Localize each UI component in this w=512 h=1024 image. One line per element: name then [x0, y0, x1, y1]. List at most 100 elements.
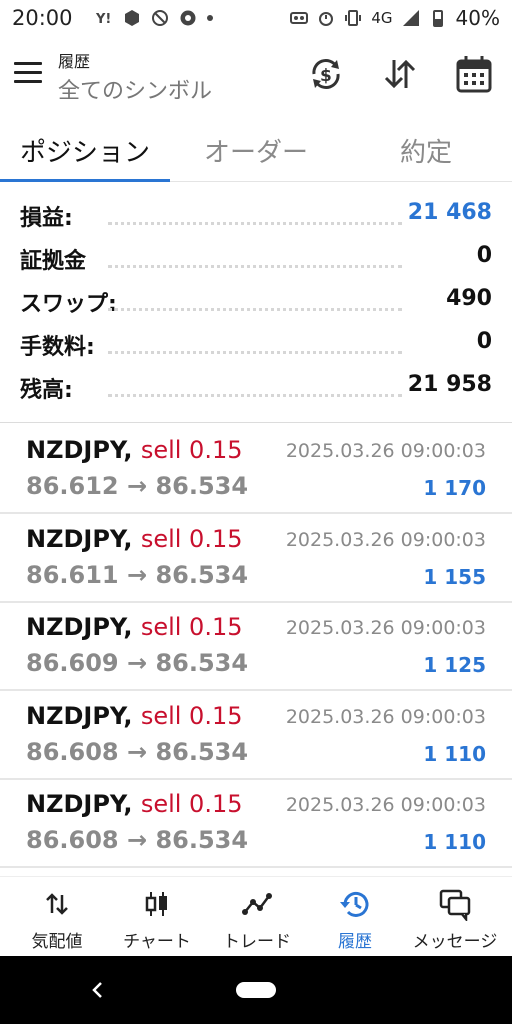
summary-row-commission: 手数料: 0: [0, 325, 512, 368]
menu-icon[interactable]: [14, 62, 42, 86]
summary-label: 証拠金: [20, 249, 87, 274]
summary-value: 0: [476, 329, 492, 354]
trade-profit: 1 155: [423, 565, 486, 589]
close-price: 86.534: [155, 649, 249, 677]
cast-icon: [290, 12, 309, 24]
trade-row[interactable]: NZDJPY, sell 0.15 2025.03.26 09:00:03 86…: [0, 692, 512, 780]
alarm-icon: [319, 12, 334, 26]
network-type: 4G: [371, 9, 393, 27]
nav-chart[interactable]: チャート: [106, 887, 208, 957]
trade-profit: 1 125: [423, 653, 486, 677]
summary-value: 0: [476, 243, 492, 268]
trade-side: sell 0.15: [140, 436, 243, 464]
arrow-right-icon: →: [126, 826, 148, 854]
summary-row-balance: 残高: 21 958: [0, 368, 512, 411]
trade-prices: 86.609 → 86.534: [26, 649, 248, 677]
nav-trade[interactable]: トレード: [206, 887, 308, 957]
close-price: 86.534: [155, 738, 249, 766]
trade-symbol: NZDJPY, sell 0.15: [26, 613, 242, 641]
app-bar: 履歴 全てのシンボル $: [0, 40, 512, 112]
home-handle[interactable]: [236, 982, 276, 998]
currency-exchange-icon[interactable]: $: [306, 54, 346, 94]
chat-bubbles-icon: [439, 889, 471, 921]
status-bar: 20:00 Y! 4G 40%: [0, 0, 512, 36]
trade-profit: 1 110: [423, 830, 486, 854]
tab-bar: ポジション オーダー 約定: [0, 122, 512, 182]
summary-value: 490: [446, 286, 492, 311]
open-price: 86.609: [26, 649, 119, 677]
symbol-name: NZDJPY,: [26, 525, 133, 553]
nav-messages[interactable]: メッセージ: [404, 887, 506, 957]
cube-icon: [124, 10, 139, 26]
trade-row[interactable]: NZDJPY, sell 0.15 2025.03.26 09:00:03 86…: [0, 780, 512, 868]
open-price: 86.611: [26, 561, 119, 589]
trade-symbol: NZDJPY, sell 0.15: [26, 702, 242, 730]
trade-symbol: NZDJPY, sell 0.15: [26, 525, 242, 553]
sort-icon[interactable]: [380, 54, 420, 94]
summary-row-swap: スワップ: 490: [0, 282, 512, 325]
svg-text:$: $: [320, 66, 332, 86]
close-price: 86.534: [155, 561, 249, 589]
signal-icon: [402, 10, 419, 26]
tab-orders[interactable]: オーダー: [204, 132, 308, 182]
nav-history[interactable]: 履歴: [304, 887, 406, 957]
symbol-name: NZDJPY,: [26, 613, 133, 641]
summary-label: 手数料:: [20, 335, 95, 360]
trade-symbol: NZDJPY, sell 0.15: [26, 790, 242, 818]
trade-prices: 86.612 → 86.534: [26, 472, 248, 500]
arrow-right-icon: →: [126, 561, 148, 589]
trade-row[interactable]: NZDJPY, sell 0.15 2025.03.26 09:00:03 86…: [0, 426, 512, 514]
trade-row[interactable]: NZDJPY, sell 0.15 2025.03.26 09:00:03 86…: [0, 515, 512, 603]
back-icon[interactable]: [88, 980, 108, 1000]
trade-time: 2025.03.26 09:00:03: [285, 706, 486, 728]
nav-label: 履歴: [338, 932, 372, 952]
chrome-icon: [180, 10, 196, 26]
summary-row-profit: 損益: 21 468: [0, 196, 512, 239]
trade-side: sell 0.15: [140, 613, 243, 641]
notification-dot: [206, 15, 213, 21]
account-summary: 損益: 21 468 証拠金 0 スワップ: 490 手数料: 0 残高: 21…: [0, 196, 512, 411]
nav-label: 気配値: [31, 932, 83, 952]
symbol-name: NZDJPY,: [26, 702, 133, 730]
battery-icon: [432, 10, 443, 27]
trade-time: 2025.03.26 09:00:03: [285, 617, 486, 639]
summary-label: 残高:: [20, 378, 73, 403]
open-price: 86.608: [26, 826, 119, 854]
trade-profit: 1 110: [423, 742, 486, 766]
arrow-right-icon: →: [126, 472, 148, 500]
symbol-filter[interactable]: 全てのシンボル: [58, 73, 212, 105]
dotted-leader: [108, 308, 402, 311]
trade-prices: 86.611 → 86.534: [26, 561, 248, 589]
candlestick-icon: [145, 892, 167, 916]
history-clock-icon: [340, 891, 369, 917]
nav-quotes[interactable]: 気配値: [6, 887, 108, 957]
open-price: 86.608: [26, 738, 119, 766]
summary-label: 損益:: [20, 206, 73, 231]
calendar-icon[interactable]: [454, 54, 494, 94]
nav-label: トレード: [223, 932, 291, 952]
trade-side: sell 0.15: [140, 702, 243, 730]
close-price: 86.534: [155, 472, 249, 500]
trade-side: sell 0.15: [140, 790, 243, 818]
tab-deals[interactable]: 約定: [400, 132, 452, 182]
block-icon: [151, 10, 168, 26]
vibrate-icon: [345, 10, 362, 26]
nav-label: メッセージ: [412, 932, 498, 952]
arrow-right-icon: →: [126, 649, 148, 677]
trade-row[interactable]: NZDJPY, sell 0.15 2025.03.26 09:00:03 86…: [0, 603, 512, 691]
symbol-name: NZDJPY,: [26, 790, 133, 818]
dotted-leader: [108, 394, 402, 397]
divider: [0, 422, 512, 423]
tab-positions[interactable]: ポジション: [20, 132, 150, 182]
summary-label: スワップ:: [20, 292, 117, 317]
open-price: 86.612: [26, 472, 119, 500]
summary-value: 21 958: [407, 372, 492, 397]
trade-time: 2025.03.26 09:00:03: [285, 440, 486, 462]
dotted-leader: [108, 351, 402, 354]
trade-symbol: NZDJPY, sell 0.15: [26, 436, 242, 464]
quotes-arrows-icon: [46, 893, 68, 915]
svg-text:Y!: Y!: [95, 12, 111, 27]
trade-time: 2025.03.26 09:00:03: [285, 794, 486, 816]
symbol-name: NZDJPY,: [26, 436, 133, 464]
bottom-navigation: 気配値 チャート トレード 履歴 メッセージ: [0, 876, 512, 956]
